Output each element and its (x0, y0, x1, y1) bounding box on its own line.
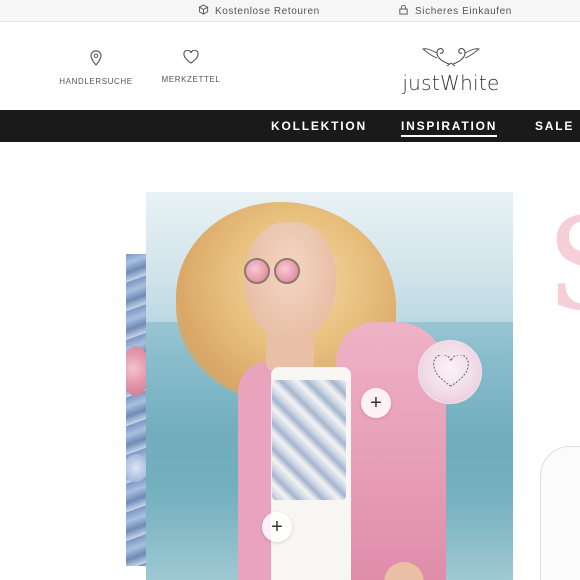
sunglasses-lens-left (244, 258, 270, 284)
nav-label: SALE (535, 119, 575, 133)
shirt-print (272, 380, 346, 500)
inspiration-content: + + S (0, 142, 580, 580)
top-info-bar: Kostenlose Retouren Sicheres Einkaufen (0, 0, 580, 22)
main-navigation: KOLLEKTION INSPIRATION SALE (0, 110, 580, 142)
nav-label: KOLLEKTION (271, 119, 367, 133)
swan-emblem-icon (421, 44, 481, 73)
map-pin-icon (90, 50, 102, 71)
wishlist-link[interactable]: MERKZETTEL (160, 49, 222, 84)
heart-print-icon (433, 355, 469, 387)
plus-icon: + (370, 392, 382, 414)
lock-icon (398, 4, 415, 18)
dealer-search-label: HANDLERSUCHE (59, 77, 133, 86)
free-returns-label: Kostenlose Retouren (215, 5, 320, 17)
secure-shopping-label: Sicheres Einkaufen (415, 5, 512, 17)
product-hotspot-button[interactable]: + (262, 512, 292, 542)
product-preview-bubble[interactable] (418, 340, 482, 404)
product-hotspot-button[interactable]: + (361, 388, 391, 418)
dealer-search-link[interactable]: HANDLERSUCHE (59, 50, 133, 86)
nav-item-kollektion[interactable]: KOLLEKTION (271, 110, 367, 142)
next-slide-image[interactable] (540, 446, 580, 580)
flower-detail (126, 454, 148, 482)
nav-label: INSPIRATION (401, 119, 498, 137)
wishlist-label: MERKZETTEL (161, 75, 221, 84)
secure-shopping-info: Sicheres Einkaufen (398, 0, 512, 22)
logo-wordmark: justWhite (402, 71, 500, 95)
nav-item-inspiration[interactable]: INSPIRATION (401, 110, 498, 142)
sunglasses-lens-right (274, 258, 300, 284)
brand-logo[interactable]: justWhite (396, 44, 506, 95)
site-header: HANDLERSUCHE MERKZETTEL justWhite (0, 22, 580, 110)
heart-icon (183, 49, 199, 69)
plus-icon: + (271, 516, 283, 538)
free-returns-info: Kostenlose Retouren (198, 0, 320, 22)
nav-item-sale[interactable]: SALE (535, 110, 574, 142)
floral-background-image (126, 254, 148, 566)
next-slide-letter: S (546, 202, 580, 330)
package-icon (198, 4, 215, 18)
rose-detail (126, 346, 148, 396)
